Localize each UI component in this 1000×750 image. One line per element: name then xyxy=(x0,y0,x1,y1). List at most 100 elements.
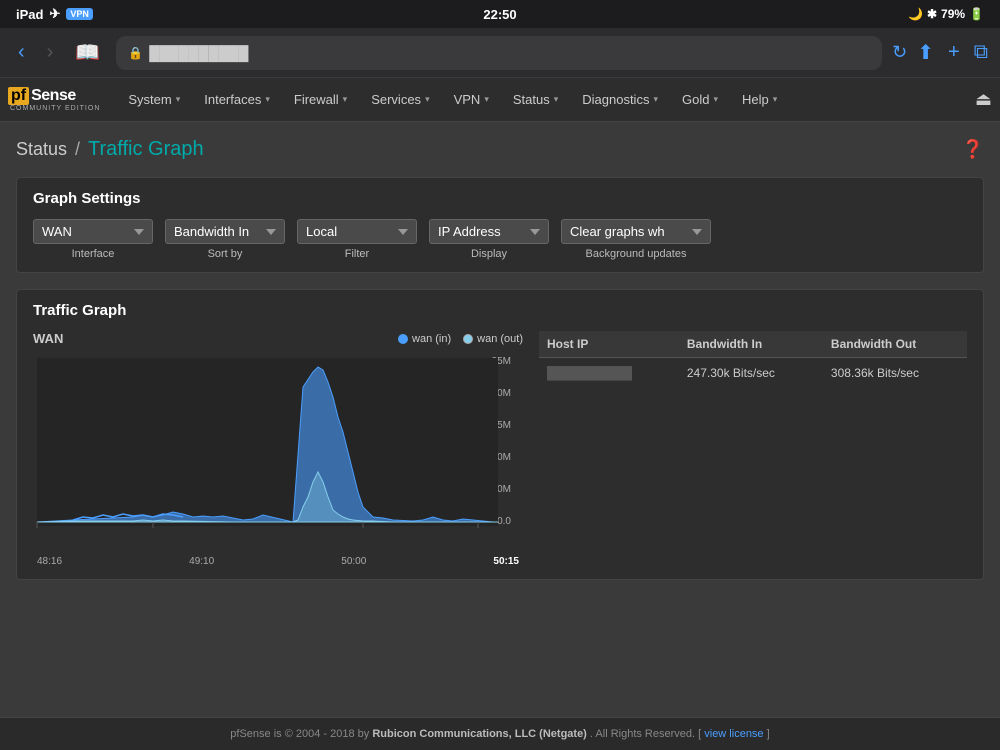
breadcrumb: Status / Traffic Graph ❓ xyxy=(16,138,984,161)
statusbar-time: 22:50 xyxy=(483,7,516,22)
battery-level: 79% xyxy=(941,7,965,21)
pfsense-navbar: pf Sense COMMUNITY EDITION System ▾ Inte… xyxy=(0,78,1000,122)
display-label: Display xyxy=(429,248,549,260)
chevron-down-icon: ▾ xyxy=(176,94,181,105)
sortby-label: Sort by xyxy=(165,248,285,260)
legend-out: wan (out) xyxy=(463,333,523,345)
battery-icon: 🔋 xyxy=(969,7,984,21)
interface-select[interactable]: WAN xyxy=(33,219,153,244)
chart-x-axis: 48:16 49:10 50:00 50:15 xyxy=(33,556,523,567)
clear-control: Clear graphs wh Background updates xyxy=(561,219,711,260)
nav-item-vpn[interactable]: VPN ▾ xyxy=(442,78,501,122)
chart-container: 25M 20M 15M 10M 5.0M 0.0 xyxy=(33,352,523,552)
col-host-ip: Host IP xyxy=(539,331,679,358)
svg-text:0.0: 0.0 xyxy=(497,516,511,527)
refresh-button[interactable]: ↻ xyxy=(892,42,907,63)
time-label-1: 48:16 xyxy=(37,556,62,567)
statusbar-vpn-badge: VPN xyxy=(66,8,93,20)
host-ip-cell: ██████████ xyxy=(539,358,679,389)
nav-item-services[interactable]: Services ▾ xyxy=(359,78,441,122)
graph-content: WAN wan (in) wan (out) xyxy=(33,331,967,567)
nav-item-firewall[interactable]: Firewall ▾ xyxy=(282,78,359,122)
graph-settings-panel: Graph Settings WAN Interface Bandwidth I… xyxy=(16,177,984,273)
statusbar-wifi-icon: ✈ xyxy=(49,6,60,22)
legend-in-dot xyxy=(398,334,408,344)
nav-item-help[interactable]: Help ▾ xyxy=(730,78,789,122)
back-button[interactable]: ‹ xyxy=(12,39,31,66)
chevron-down-icon: ▾ xyxy=(265,94,270,105)
chevron-down-icon: ▾ xyxy=(484,94,489,105)
traffic-chart-svg: 25M 20M 15M 10M 5.0M 0.0 xyxy=(33,352,523,552)
lock-icon: 🔒 xyxy=(128,46,143,60)
traffic-graph-title: Traffic Graph xyxy=(33,302,967,319)
pfsense-logo[interactable]: pf Sense COMMUNITY EDITION xyxy=(8,87,100,112)
col-bandwidth-out: Bandwidth Out xyxy=(823,331,967,358)
statusbar-right: 🌙 ✱ 79% 🔋 xyxy=(908,7,984,21)
graph-chart-area: WAN wan (in) wan (out) xyxy=(33,331,523,567)
time-label-4: 50:15 xyxy=(493,556,519,567)
address-bar[interactable]: 🔒 ██████████ xyxy=(116,36,882,70)
moon-icon: 🌙 xyxy=(908,7,923,21)
graph-controls: WAN Interface Bandwidth In Sort by Local… xyxy=(33,219,967,260)
time-label-3: 50:00 xyxy=(341,556,366,567)
main-content: Status / Traffic Graph ❓ Graph Settings … xyxy=(0,122,1000,717)
legend-out-dot xyxy=(463,334,473,344)
footer-text-end: ] xyxy=(767,728,770,740)
chevron-down-icon: ▾ xyxy=(773,94,778,105)
sense-logo-text: Sense xyxy=(31,87,76,105)
ios-browser-toolbar: ‹ › 📖 🔒 ██████████ ↻ ⬆ + ⧉ xyxy=(0,28,1000,78)
display-select[interactable]: IP Address xyxy=(429,219,549,244)
forward-button[interactable]: › xyxy=(41,39,60,66)
filter-select[interactable]: Local xyxy=(297,219,417,244)
footer-text-suffix: . All Rights Reserved. [ xyxy=(590,728,701,740)
sortby-select[interactable]: Bandwidth In xyxy=(165,219,285,244)
pf-logo-box: pf xyxy=(8,87,29,105)
breadcrumb-separator: / xyxy=(75,139,80,160)
chevron-down-icon: ▾ xyxy=(554,94,559,105)
nav-items: System ▾ Interfaces ▾ Firewall ▾ Service… xyxy=(116,78,975,122)
bandwidth-table-area: Host IP Bandwidth In Bandwidth Out █████… xyxy=(539,331,967,567)
wan-label: WAN xyxy=(33,331,63,346)
logout-icon[interactable]: ⏏ xyxy=(975,89,992,109)
bluetooth-icon: ✱ xyxy=(927,7,937,21)
breadcrumb-status: Status xyxy=(16,139,67,160)
view-license-link[interactable]: view license xyxy=(704,728,763,740)
url-text: ██████████ xyxy=(149,45,248,61)
new-tab-button[interactable]: + xyxy=(948,41,960,64)
chevron-down-icon: ▾ xyxy=(653,94,658,105)
chevron-down-icon: ▾ xyxy=(713,94,718,105)
nav-right: ⏏ xyxy=(975,89,992,110)
nav-item-diagnostics[interactable]: Diagnostics ▾ xyxy=(570,78,670,122)
time-label-2: 49:10 xyxy=(189,556,214,567)
display-control: IP Address Display xyxy=(429,219,549,260)
statusbar-left: iPad ✈ VPN xyxy=(16,6,93,22)
action-buttons: ⬆ + ⧉ xyxy=(917,40,988,65)
help-circle-icon[interactable]: ❓ xyxy=(962,139,984,160)
chevron-down-icon: ▾ xyxy=(425,94,430,105)
statusbar-ipad-label: iPad xyxy=(16,7,43,22)
clear-select[interactable]: Clear graphs wh xyxy=(561,219,711,244)
sortby-control: Bandwidth In Sort by xyxy=(165,219,285,260)
bandwidth-in-cell: 247.30k Bits/sec xyxy=(679,358,823,389)
tabs-button[interactable]: ⧉ xyxy=(974,41,988,64)
bookmarks-button[interactable]: 📖 xyxy=(69,38,106,67)
clear-label: Background updates xyxy=(561,248,711,260)
legend-out-label: wan (out) xyxy=(477,333,523,345)
graph-settings-title: Graph Settings xyxy=(33,190,967,207)
legend-in-label: wan (in) xyxy=(412,333,451,345)
nav-item-system[interactable]: System ▾ xyxy=(116,78,192,122)
interface-label: Interface xyxy=(33,248,153,260)
nav-item-gold[interactable]: Gold ▾ xyxy=(670,78,730,122)
ios-statusbar: iPad ✈ VPN 22:50 🌙 ✱ 79% 🔋 xyxy=(0,0,1000,28)
page-footer: pfSense is © 2004 - 2018 by Rubicon Comm… xyxy=(0,717,1000,750)
nav-item-status[interactable]: Status ▾ xyxy=(501,78,570,122)
legend-in: wan (in) xyxy=(398,333,451,345)
graph-legend: wan (in) wan (out) xyxy=(398,333,523,345)
graph-header: WAN wan (in) wan (out) xyxy=(33,331,523,346)
interface-control: WAN Interface xyxy=(33,219,153,260)
traffic-graph-section: Traffic Graph WAN wan (in) wan (out) xyxy=(16,289,984,580)
nav-item-interfaces[interactable]: Interfaces ▾ xyxy=(192,78,282,122)
edition-label: COMMUNITY EDITION xyxy=(10,105,100,112)
share-button[interactable]: ⬆ xyxy=(917,40,934,65)
table-row: ██████████ 247.30k Bits/sec 308.36k Bits… xyxy=(539,358,967,389)
